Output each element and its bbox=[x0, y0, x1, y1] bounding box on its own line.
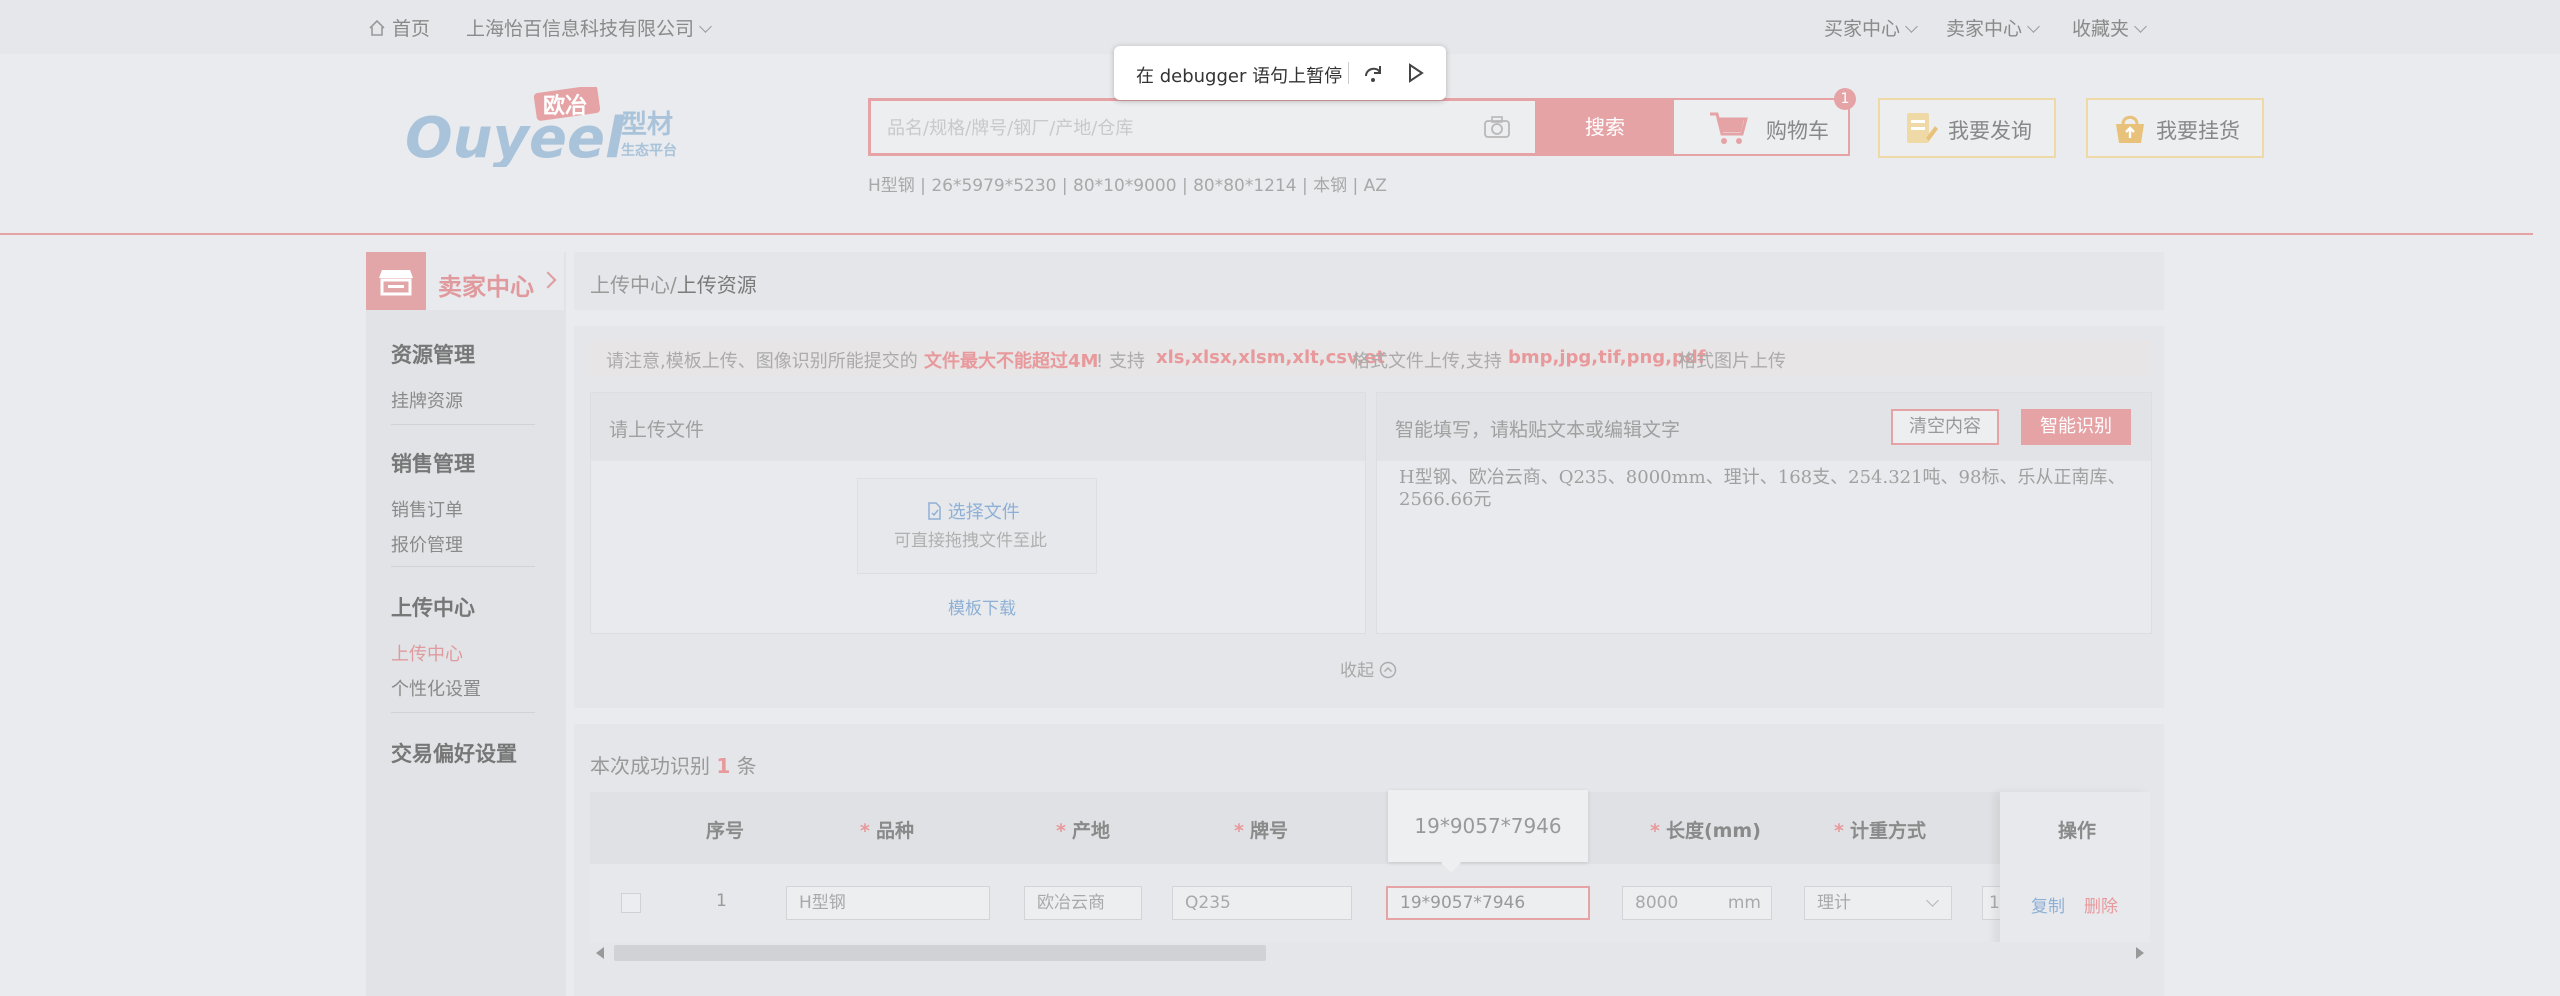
table-horizontal-scrollbar[interactable] bbox=[590, 942, 2150, 964]
length-unit: mm bbox=[1727, 893, 1761, 913]
drop-hint-text: 可直接拖拽文件至此 bbox=[894, 531, 1047, 551]
inquiry-button[interactable]: 我要发询 bbox=[1878, 98, 2056, 158]
svg-text:生态平台: 生态平台 bbox=[621, 142, 677, 159]
search-input[interactable] bbox=[885, 113, 1449, 143]
smart-fill-box: 智能填写，请粘贴文本或编辑文字 清空内容 智能识别 H型钢、欧冶云商、Q235、… bbox=[1376, 392, 2152, 634]
delete-row-link[interactable]: 删除 bbox=[2084, 892, 2118, 917]
document-edit-icon bbox=[1907, 113, 1938, 143]
seller-center-dropdown[interactable]: 卖家中心 bbox=[1946, 14, 2040, 41]
sidebar-item-personalization[interactable]: 个性化设置 bbox=[391, 675, 481, 701]
sidebar-section-sales[interactable]: 销售管理 bbox=[391, 448, 475, 478]
chevron-down-icon bbox=[1905, 20, 1918, 33]
row-seq: 1 bbox=[716, 891, 727, 911]
cart-button[interactable]: 购物车 bbox=[1672, 98, 1850, 156]
sidebar-item-upload-center[interactable]: 上传中心 bbox=[391, 640, 463, 666]
variety-input[interactable]: H型钢 bbox=[786, 886, 990, 920]
sidebar-item-quote-management[interactable]: 报价管理 bbox=[391, 531, 463, 557]
length-input[interactable]: 8000 mm bbox=[1622, 886, 1772, 920]
breadcrumb-current: 上传资源 bbox=[676, 273, 757, 297]
home-icon bbox=[369, 19, 385, 36]
weigh-method-select[interactable]: 理计 bbox=[1804, 886, 1952, 920]
header-origin: * 产地 bbox=[1056, 820, 1110, 842]
divider bbox=[1348, 62, 1349, 84]
upload-notice: 请注意,模板上传、图像识别所能提交的 文件最大不能超过4M ! 支持 xls,x… bbox=[590, 340, 2150, 376]
svg-text:型材: 型材 bbox=[621, 110, 673, 140]
chevron-right-icon bbox=[539, 271, 557, 289]
header-divider bbox=[0, 233, 2533, 235]
sidebar-section-resource[interactable]: 资源管理 bbox=[391, 339, 475, 369]
chevron-up-circle-icon bbox=[1380, 661, 1397, 679]
sidebar-item-listing-resource[interactable]: 挂牌资源 bbox=[391, 387, 463, 413]
spec-input[interactable]: 19*9057*7946 bbox=[1386, 886, 1590, 920]
divider bbox=[391, 566, 535, 567]
buyer-center-dropdown[interactable]: 买家中心 bbox=[1824, 14, 1918, 41]
favorites-dropdown[interactable]: 收藏夹 bbox=[2072, 14, 2147, 41]
table-header: 序号 * 品种 * 产地 * 牌号 * 长度(mm) * 计重方式 bbox=[590, 792, 2150, 864]
divider bbox=[391, 712, 535, 713]
svg-text:Ouyeel: Ouyeel bbox=[405, 106, 625, 167]
header-ops: 操作 bbox=[2058, 820, 2097, 842]
home-link[interactable]: 首页 bbox=[368, 14, 430, 41]
header-seq: 序号 bbox=[706, 820, 745, 842]
sidebar-item-sales-orders[interactable]: 销售订单 bbox=[391, 496, 463, 522]
operations-column: 操作 bbox=[2000, 792, 2150, 956]
spec-tooltip: 19*9057*7946 bbox=[1388, 790, 1588, 862]
ouyeel-logo-icon: Ouyeel 欧冶 型材 生态平台 bbox=[405, 85, 677, 171]
grade-input[interactable]: Q235 bbox=[1172, 886, 1352, 920]
header-length: * 长度(mm) bbox=[1650, 820, 1761, 842]
breadcrumb: 上传中心/上传资源 bbox=[574, 252, 2164, 310]
debugger-paused-banner: 在 debugger 语句上暂停 bbox=[1114, 46, 1446, 100]
header-variety: * 品种 bbox=[860, 820, 914, 842]
divider bbox=[391, 424, 535, 425]
copy-row-link[interactable]: 复制 bbox=[2031, 892, 2065, 917]
template-download-link[interactable]: 模板下载 bbox=[948, 594, 1016, 619]
listing-button[interactable]: 我要挂货 bbox=[2086, 98, 2264, 158]
cart-count-badge: 1 bbox=[1834, 88, 1856, 110]
site-logo[interactable]: Ouyeel 欧冶 型材 生态平台 bbox=[403, 85, 703, 171]
header-weigh-method: * 计重方式 bbox=[1834, 820, 1926, 842]
chevron-down-icon bbox=[2027, 20, 2040, 33]
scrollbar-thumb[interactable] bbox=[614, 945, 1266, 961]
scroll-right-arrow-icon[interactable] bbox=[2136, 947, 2144, 959]
origin-input[interactable]: 欧冶云商 bbox=[1024, 886, 1142, 920]
scroll-left-arrow-icon[interactable] bbox=[596, 947, 604, 959]
cart-icon bbox=[1710, 112, 1748, 144]
header-grade: * 牌号 bbox=[1234, 820, 1288, 842]
chevron-down-icon bbox=[2134, 20, 2147, 33]
sidebar-header[interactable]: 卖家中心 bbox=[366, 252, 564, 310]
recognition-result-summary: 本次成功识别 1 条 bbox=[590, 754, 757, 778]
smart-recognize-button[interactable]: 智能识别 bbox=[2021, 409, 2131, 445]
hot-search-words[interactable]: H型钢 | 26*5979*5230 | 80*10*9000 | 80*80*… bbox=[868, 171, 1387, 196]
company-dropdown[interactable]: 上海怡百信息科技有限公司 bbox=[466, 14, 712, 41]
breadcrumb-parent[interactable]: 上传中心 bbox=[590, 273, 670, 297]
svg-text:欧冶: 欧冶 bbox=[543, 93, 587, 119]
search-box bbox=[868, 98, 1538, 156]
shopping-bag-icon bbox=[2116, 115, 2144, 143]
sidebar-section-trade-preferences[interactable]: 交易偏好设置 bbox=[391, 738, 517, 768]
camera-icon[interactable] bbox=[1483, 115, 1511, 139]
step-over-icon[interactable] bbox=[1362, 62, 1384, 84]
file-upload-header: 请上传文件 bbox=[591, 393, 1365, 461]
smart-fill-header: 智能填写，请粘贴文本或编辑文字 清空内容 智能识别 bbox=[1377, 393, 2151, 461]
collapse-toggle[interactable]: 收起 bbox=[1340, 656, 1397, 681]
search-button[interactable]: 搜索 bbox=[1538, 98, 1672, 156]
resume-icon[interactable] bbox=[1404, 62, 1426, 84]
clear-content-button[interactable]: 清空内容 bbox=[1891, 409, 1999, 445]
store-icon bbox=[366, 252, 426, 310]
chevron-down-icon bbox=[1926, 894, 1939, 907]
choose-file-button[interactable]: 选择文件 bbox=[926, 498, 1020, 524]
smart-fill-textarea[interactable]: H型钢、欧冶云商、Q235、8000mm、理计、168支、254.321吨、98… bbox=[1399, 467, 2139, 511]
row-checkbox[interactable] bbox=[621, 893, 641, 913]
file-icon bbox=[928, 502, 941, 520]
chevron-down-icon bbox=[699, 20, 712, 33]
sidebar-section-upload[interactable]: 上传中心 bbox=[391, 592, 475, 622]
